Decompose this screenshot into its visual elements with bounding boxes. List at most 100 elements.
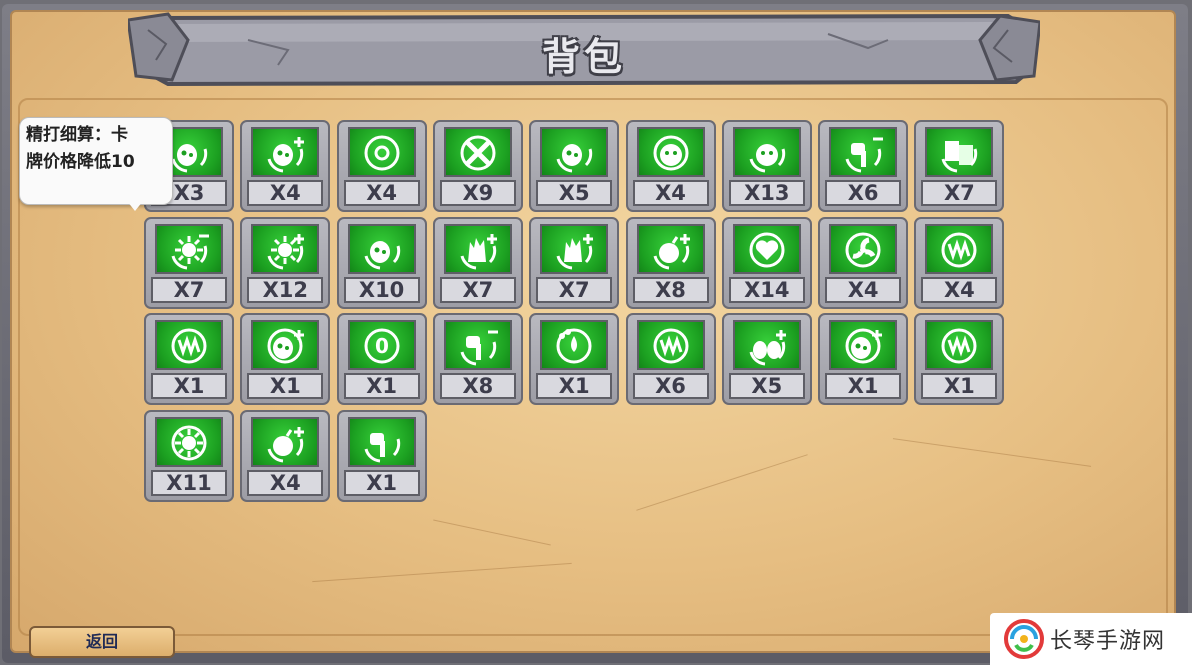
card-art xyxy=(636,320,705,370)
blob-sparkle-icon xyxy=(364,240,400,269)
card-count: X1 xyxy=(343,469,420,496)
skill-card[interactable]: X14 xyxy=(721,216,812,309)
card-count: X4 xyxy=(343,180,420,206)
skill-card[interactable]: X13 xyxy=(721,120,812,212)
card-art xyxy=(443,223,512,274)
card-count: X8 xyxy=(632,276,709,303)
face-heart-icon xyxy=(749,144,785,173)
back-button[interactable]: 返回 xyxy=(29,626,175,658)
card-art xyxy=(925,127,994,177)
skill-card[interactable]: X4 xyxy=(625,120,716,212)
fang-ring-icon xyxy=(653,328,688,364)
card-art xyxy=(540,320,609,370)
blobs-plus-icon xyxy=(749,330,786,366)
skill-card[interactable]: X1 xyxy=(336,409,427,502)
card-art xyxy=(251,127,320,177)
card-art xyxy=(636,127,705,177)
skill-card[interactable]: X1 xyxy=(529,313,620,405)
card-count: X12 xyxy=(247,276,324,303)
sun-plus-icon xyxy=(267,233,305,269)
fan-ring-icon xyxy=(845,232,881,267)
bomb-plus-icon xyxy=(653,233,690,269)
card-count: X1 xyxy=(921,373,998,399)
card-art: 0 xyxy=(347,320,416,370)
skill-card[interactable]: X12 xyxy=(240,216,331,309)
tooltip-tail xyxy=(127,201,143,211)
card-art xyxy=(443,127,512,177)
card-art xyxy=(155,223,223,274)
card-art xyxy=(347,127,416,177)
card-count: X1 xyxy=(536,373,613,399)
card-count: X5 xyxy=(536,180,613,206)
card-art xyxy=(251,416,320,467)
skill-card[interactable]: X7 xyxy=(144,216,234,309)
card-art xyxy=(347,416,416,467)
sun-ring-icon xyxy=(171,425,207,460)
watermark-text: 长琴手游网 xyxy=(1050,629,1166,654)
skill-card[interactable]: X9 xyxy=(432,120,523,212)
skill-card[interactable]: X7 xyxy=(914,120,1005,212)
skill-card[interactable]: X8 xyxy=(432,313,523,405)
crosshair-target-icon xyxy=(364,135,400,171)
skill-card[interactable]: X4 xyxy=(914,216,1005,309)
card-count: X4 xyxy=(247,469,324,496)
card-count: X4 xyxy=(825,276,902,303)
skill-card[interactable]: X4 xyxy=(240,409,331,502)
card-art xyxy=(732,127,801,177)
spiky-plus-icon xyxy=(460,233,497,269)
card-count: X11 xyxy=(151,469,227,496)
watermark-logo-icon xyxy=(1004,619,1044,659)
skill-card[interactable]: X1 xyxy=(914,313,1005,405)
skill-card[interactable]: X1 xyxy=(144,313,234,405)
hand-minus-icon xyxy=(845,137,884,173)
skill-card[interactable]: X7 xyxy=(432,216,523,309)
card-art xyxy=(636,223,705,274)
skill-card[interactable]: X8 xyxy=(625,216,716,309)
skill-card[interactable]: X5 xyxy=(529,120,620,212)
card-count: X7 xyxy=(536,276,613,303)
bomb-plus-icon xyxy=(267,426,305,462)
skill-card[interactable]: X4 xyxy=(336,120,427,212)
card-art xyxy=(540,127,609,177)
card-count: X13 xyxy=(728,180,805,206)
spiky-plus-icon xyxy=(556,233,594,269)
card-art xyxy=(540,223,609,274)
card-count: X7 xyxy=(921,180,998,206)
blob-plus-icon xyxy=(267,137,305,173)
skill-card[interactable]: X5 xyxy=(721,313,812,405)
page-title: 背包 xyxy=(541,35,626,79)
card-art xyxy=(155,416,223,467)
card-count: X1 xyxy=(151,373,227,399)
skill-card[interactable]: X1 xyxy=(818,313,909,405)
card-art xyxy=(732,320,801,370)
drop-ring-icon xyxy=(556,328,592,364)
sun-minus-icon xyxy=(171,234,209,269)
skill-card[interactable]: X1 xyxy=(240,313,331,405)
tooltip-line-1: 精打细算：卡 xyxy=(26,125,128,145)
svg-text:0: 0 xyxy=(375,334,389,358)
card-count: X4 xyxy=(632,180,709,206)
skill-card[interactable]: X4 xyxy=(240,120,331,212)
jaw-ring-icon xyxy=(171,328,207,364)
skill-card[interactable]: X4 xyxy=(818,216,909,309)
card-count: X6 xyxy=(632,373,709,399)
card-art xyxy=(155,320,223,370)
skill-card[interactable]: X6 xyxy=(625,313,716,405)
card-art xyxy=(251,320,320,370)
jaw-ring-icon xyxy=(941,328,977,364)
cards-swap-icon xyxy=(941,141,978,173)
skill-card[interactable]: X7 xyxy=(529,216,620,309)
title-banner: 背包 xyxy=(128,10,1040,88)
card-count: X7 xyxy=(151,276,227,303)
dice-swirl-icon xyxy=(556,144,593,173)
card-count: X8 xyxy=(439,373,516,399)
card-art xyxy=(829,223,898,274)
watermark: 长琴手游网 xyxy=(990,613,1192,665)
card-art xyxy=(347,223,416,274)
skill-card[interactable]: X6 xyxy=(818,120,909,212)
card-count: X4 xyxy=(921,276,998,303)
skill-card[interactable]: 0 X1 xyxy=(336,313,427,405)
card-art xyxy=(443,320,512,370)
skill-card[interactable]: X11 xyxy=(144,409,234,502)
skill-card[interactable]: X10 xyxy=(336,216,427,309)
